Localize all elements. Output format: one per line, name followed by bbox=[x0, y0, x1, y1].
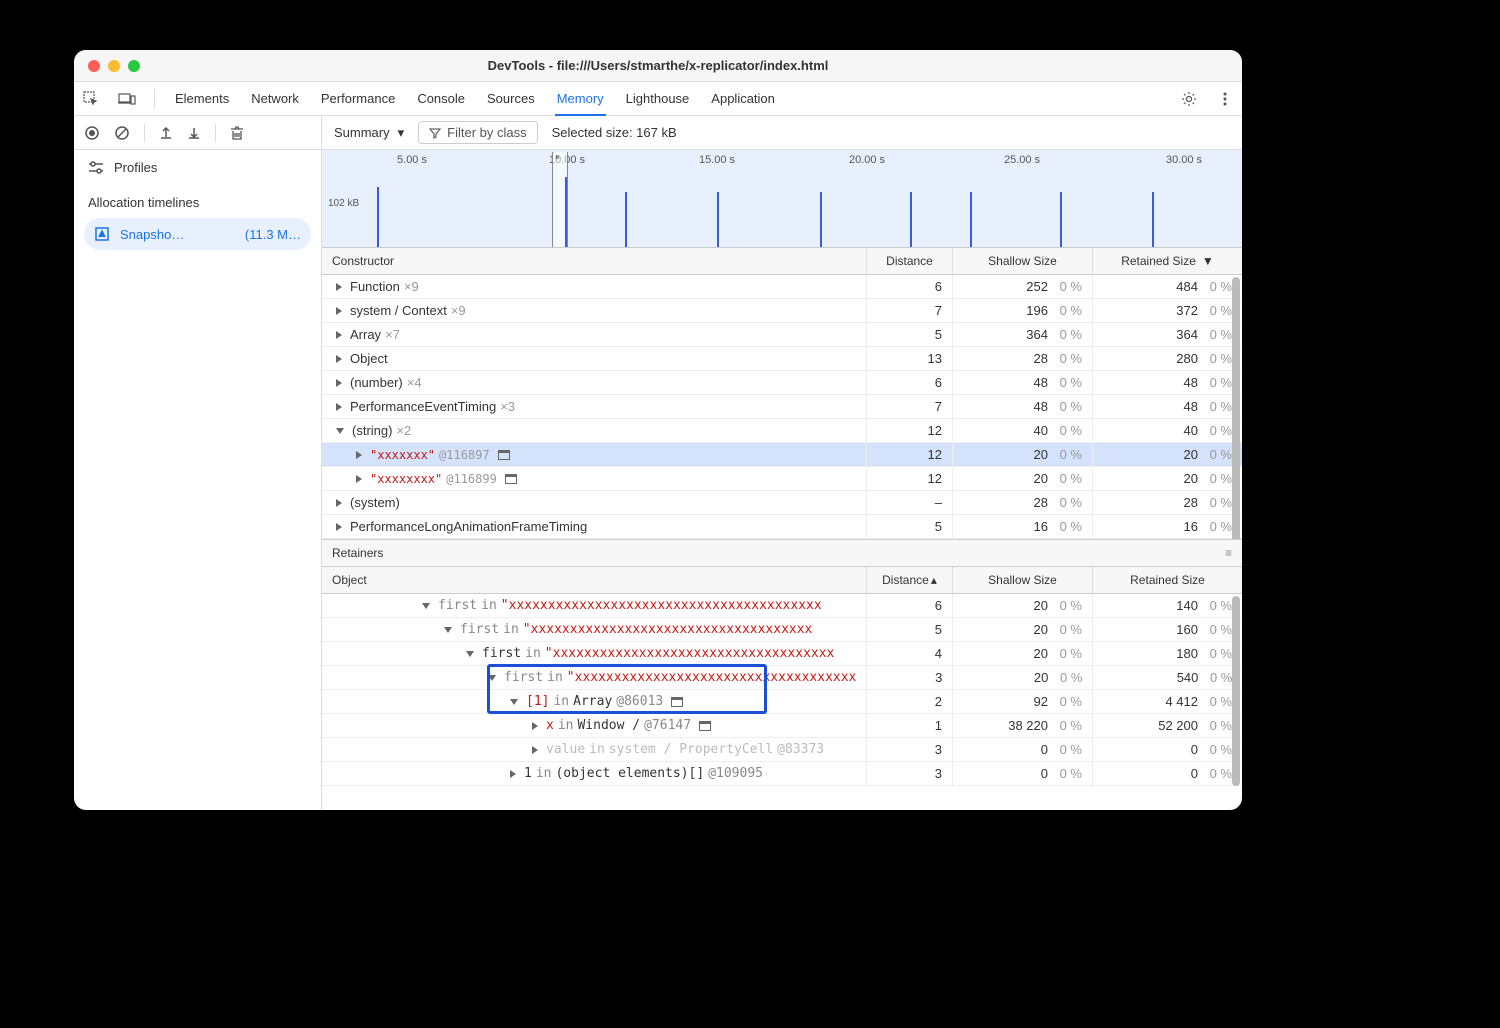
scrollbar[interactable] bbox=[1232, 596, 1240, 786]
timeline-tick: 25.00 s bbox=[1004, 154, 1040, 166]
table-row[interactable]: "xxxxxxx" @11689712200 %200 % bbox=[322, 443, 1242, 467]
filter-icon bbox=[429, 127, 441, 139]
close-icon[interactable] bbox=[88, 60, 100, 72]
chevron-down-icon: ▾ bbox=[398, 125, 405, 141]
save-icon[interactable] bbox=[187, 126, 201, 140]
table-row[interactable]: PerformanceEventTiming ×37480 %480 % bbox=[322, 395, 1242, 419]
tab-elements[interactable]: Elements bbox=[173, 83, 231, 114]
load-icon[interactable] bbox=[159, 126, 173, 140]
constructors-rows: Function ×962520 %4840 %system / Context… bbox=[322, 275, 1242, 539]
titlebar: DevTools - file:///Users/stmarthe/x-repl… bbox=[74, 50, 1242, 82]
inspect-icon[interactable] bbox=[82, 90, 100, 108]
table-row[interactable]: (string) ×212400 %400 % bbox=[322, 419, 1242, 443]
profiles-heading: Profiles bbox=[74, 150, 321, 185]
gc-icon[interactable] bbox=[230, 125, 244, 141]
minimize-icon[interactable] bbox=[108, 60, 120, 72]
panel-tabs: Elements Network Performance Console Sources… bbox=[74, 82, 1242, 116]
tab-application[interactable]: Application bbox=[709, 83, 777, 114]
timeline[interactable]: 5.00 s10.00 s15.00 s20.00 s25.00 s30.00 … bbox=[322, 150, 1242, 248]
main-toolbar: Summary ▾ Filter by class Selected size:… bbox=[322, 116, 1242, 150]
timeline-tick: 5.00 s bbox=[397, 154, 427, 166]
window-title: DevTools - file:///Users/stmarthe/x-repl… bbox=[74, 58, 1242, 73]
filter-input[interactable]: Filter by class bbox=[418, 121, 537, 144]
timeline-ylabel: 102 kB bbox=[328, 198, 359, 209]
more-icon[interactable] bbox=[1216, 90, 1234, 108]
table-row[interactable]: Object13280 %2800 % bbox=[322, 347, 1242, 371]
zoom-icon[interactable] bbox=[128, 60, 140, 72]
tab-console[interactable]: Console bbox=[415, 83, 467, 114]
table-row[interactable]: system / Context ×971960 %3720 % bbox=[322, 299, 1242, 323]
tab-memory[interactable]: Memory bbox=[555, 83, 606, 116]
table-row[interactable]: x in Window / @76147138 2200 %52 2000 % bbox=[322, 714, 1242, 738]
timeline-tick: 30.00 s bbox=[1166, 154, 1202, 166]
timeline-tick: 20.00 s bbox=[849, 154, 885, 166]
sliders-icon bbox=[88, 161, 104, 175]
table-row[interactable]: first in "xxxxxxxxxxxxxxxxxxxxxxxxxxxxxx… bbox=[322, 642, 1242, 666]
gear-icon[interactable] bbox=[1180, 90, 1198, 108]
table-row[interactable]: "xxxxxxxx" @11689912200 %200 % bbox=[322, 467, 1242, 491]
profiles-sidebar: Profiles Allocation timelines Snapsho… (… bbox=[74, 116, 322, 810]
table-row[interactable]: Function ×962520 %4840 % bbox=[322, 275, 1242, 299]
snapshot-name: Snapsho… bbox=[120, 227, 184, 242]
clear-icon[interactable] bbox=[114, 125, 130, 141]
scrollbar[interactable] bbox=[1232, 277, 1240, 539]
table-row[interactable]: (number) ×46480 %480 % bbox=[322, 371, 1242, 395]
snapshot-icon bbox=[94, 226, 110, 242]
table-row[interactable]: 1 in (object elements)[] @109095300 %00 … bbox=[322, 762, 1242, 786]
constructors-header: Constructor Distance Shallow Size Retain… bbox=[322, 248, 1242, 275]
table-row[interactable]: value in system / PropertyCell @83373300… bbox=[322, 738, 1242, 762]
sidebar-toolbar bbox=[74, 116, 321, 150]
hamburger-icon[interactable]: ≡ bbox=[1225, 546, 1232, 560]
snapshot-item[interactable]: Snapsho… (11.3 M… bbox=[84, 218, 311, 250]
device-icon[interactable] bbox=[118, 90, 136, 108]
table-row[interactable]: (system)–280 %280 % bbox=[322, 491, 1242, 515]
sidebar-section: Allocation timelines bbox=[74, 185, 321, 216]
table-row[interactable]: [1] in Array @860132920 %4 4120 % bbox=[322, 690, 1242, 714]
selected-size: Selected size: 167 kB bbox=[552, 125, 677, 140]
retainers-columns: Object Distance▴ Shallow Size Retained S… bbox=[322, 567, 1242, 594]
table-row[interactable]: first in "xxxxxxxxxxxxxxxxxxxxxxxxxxxxxx… bbox=[322, 618, 1242, 642]
timeline-tick: 15.00 s bbox=[699, 154, 735, 166]
tab-sources[interactable]: Sources bbox=[485, 83, 537, 114]
retainers-header: Retainers≡ bbox=[322, 539, 1242, 567]
main-panel: Summary ▾ Filter by class Selected size:… bbox=[322, 116, 1242, 810]
tab-lighthouse[interactable]: Lighthouse bbox=[624, 83, 692, 114]
tab-network[interactable]: Network bbox=[249, 83, 301, 114]
retainers-rows: first in "xxxxxxxxxxxxxxxxxxxxxxxxxxxxxx… bbox=[322, 594, 1242, 786]
table-row[interactable]: Array ×753640 %3640 % bbox=[322, 323, 1242, 347]
tab-performance[interactable]: Performance bbox=[319, 83, 397, 114]
snapshot-size: (11.3 M… bbox=[245, 227, 301, 242]
devtools-window: DevTools - file:///Users/stmarthe/x-repl… bbox=[74, 50, 1242, 810]
table-row[interactable]: first in "xxxxxxxxxxxxxxxxxxxxxxxxxxxxxx… bbox=[322, 666, 1242, 690]
table-row[interactable]: first in "xxxxxxxxxxxxxxxxxxxxxxxxxxxxxx… bbox=[322, 594, 1242, 618]
traffic-lights bbox=[88, 60, 140, 72]
record-icon[interactable] bbox=[84, 125, 100, 141]
view-select[interactable]: Summary ▾ bbox=[334, 125, 404, 141]
table-row[interactable]: PerformanceLongAnimationFrameTiming5160 … bbox=[322, 515, 1242, 539]
